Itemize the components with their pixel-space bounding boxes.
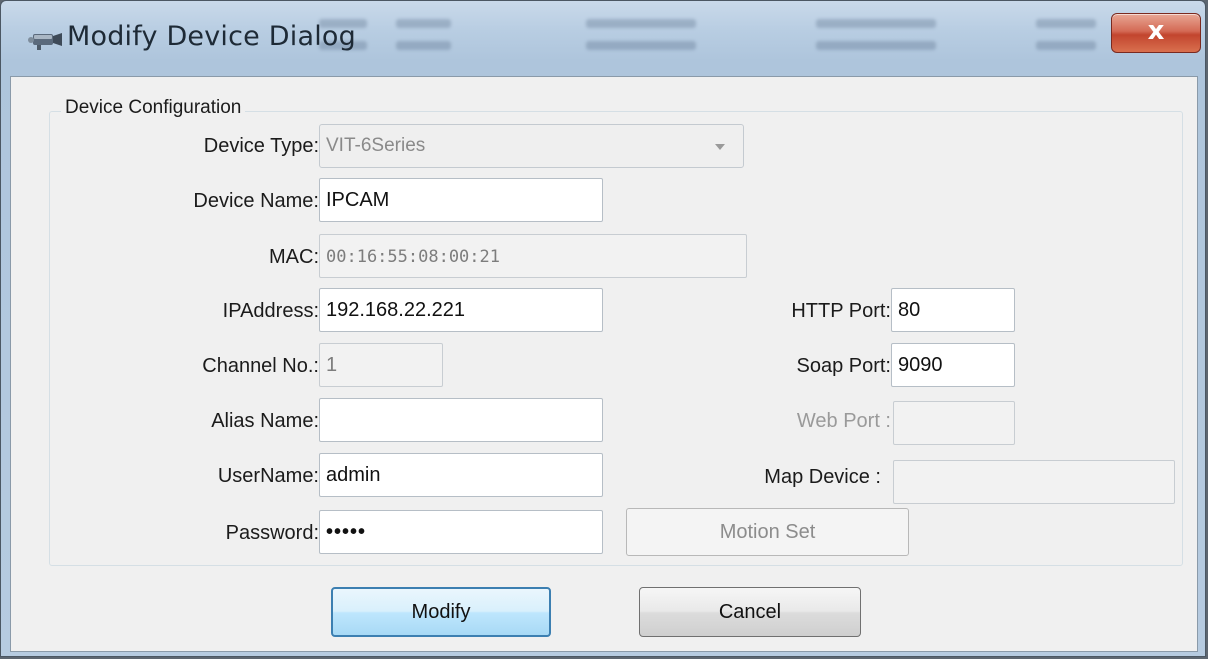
channel-no-label: Channel No.: — [202, 355, 319, 377]
close-icon: x — [1147, 16, 1165, 46]
soap-port-input[interactable]: 9090 — [891, 343, 1015, 387]
device-type-value: VIT-6Series — [326, 135, 426, 156]
background-blur — [396, 41, 451, 50]
background-blur — [586, 19, 696, 28]
title-bar[interactable]: Modify Device Dialog x — [1, 1, 1205, 73]
web-port-label: Web Port : — [796, 410, 891, 432]
device-type-label: Device Type: — [203, 135, 319, 157]
device-type-dropdown[interactable]: VIT-6Series — [319, 124, 744, 168]
http-port-input[interactable]: 80 — [891, 288, 1015, 332]
background-blur — [1036, 19, 1096, 28]
username-label: UserName: — [217, 465, 319, 487]
close-button[interactable]: x — [1111, 13, 1201, 53]
ip-address-label: IPAddress: — [222, 300, 319, 322]
background-blur — [816, 41, 936, 50]
chevron-down-icon — [715, 144, 725, 150]
background-blur — [396, 19, 451, 28]
web-port-field — [893, 401, 1015, 445]
device-name-label: Device Name: — [193, 190, 319, 212]
soap-port-label: Soap Port: — [796, 355, 891, 377]
mac-field: 00:16:55:08:00:21 — [319, 234, 747, 278]
username-input[interactable]: admin — [319, 453, 603, 497]
modify-button[interactable]: Modify — [331, 587, 551, 637]
ip-address-input[interactable]: 192.168.22.221 — [319, 288, 603, 332]
camera-app-icon — [28, 33, 62, 50]
background-blur — [586, 41, 696, 50]
channel-no-field: 1 — [319, 343, 443, 387]
dialog-body: Device Configuration Device Type: VIT-6S… — [10, 76, 1198, 652]
device-name-input[interactable]: IPCAM — [319, 178, 603, 222]
password-input[interactable]: ••••• — [319, 510, 603, 554]
password-label: Password: — [225, 522, 319, 544]
http-port-label: HTTP Port: — [791, 300, 891, 322]
map-device-field — [893, 460, 1175, 504]
modify-device-window: Modify Device Dialog x Device Configurat… — [0, 0, 1206, 657]
map-device-label: Map Device : — [764, 466, 881, 488]
alias-name-label: Alias Name: — [211, 410, 319, 432]
dialog-title: Modify Device Dialog — [67, 21, 356, 52]
group-title: Device Configuration — [61, 97, 246, 119]
alias-name-input[interactable] — [319, 398, 603, 442]
cancel-button[interactable]: Cancel — [639, 587, 861, 637]
motion-set-button: Motion Set — [626, 508, 909, 556]
background-blur — [1036, 41, 1096, 50]
mac-label: MAC: — [269, 246, 319, 268]
background-blur — [816, 19, 936, 28]
